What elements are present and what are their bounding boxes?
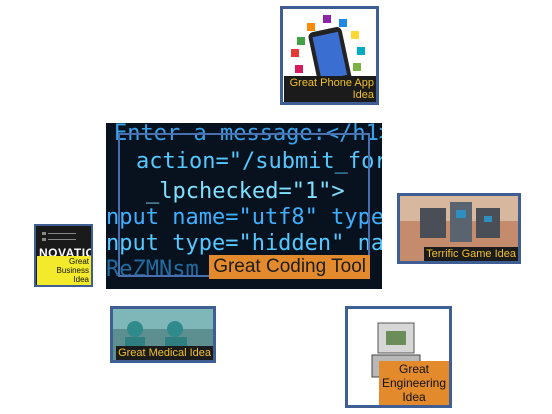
business-idea-card[interactable]: NOVATIO Great Business Idea (34, 224, 93, 287)
coding-tool-caption: Great Coding Tool (209, 255, 370, 279)
business-idea-caption: Great Business Idea (37, 256, 91, 285)
engineering-idea-card[interactable]: Great Engineering Idea (345, 306, 452, 408)
engineering-idea-caption: Great Engineering Idea (379, 361, 449, 405)
medical-idea-card[interactable]: Great Medical Idea (110, 306, 216, 363)
coding-tool-card[interactable]: Enter a message:</h1> action="/submit_fo… (106, 123, 382, 289)
medical-idea-caption: Great Medical Idea (116, 346, 213, 360)
phone-app-card[interactable]: Great Phone App Idea (280, 6, 379, 105)
game-idea-caption: Terrific Game Idea (424, 247, 518, 261)
phone-app-caption: Great Phone App Idea (284, 76, 376, 102)
game-idea-card[interactable]: Terrific Game Idea (397, 193, 521, 264)
